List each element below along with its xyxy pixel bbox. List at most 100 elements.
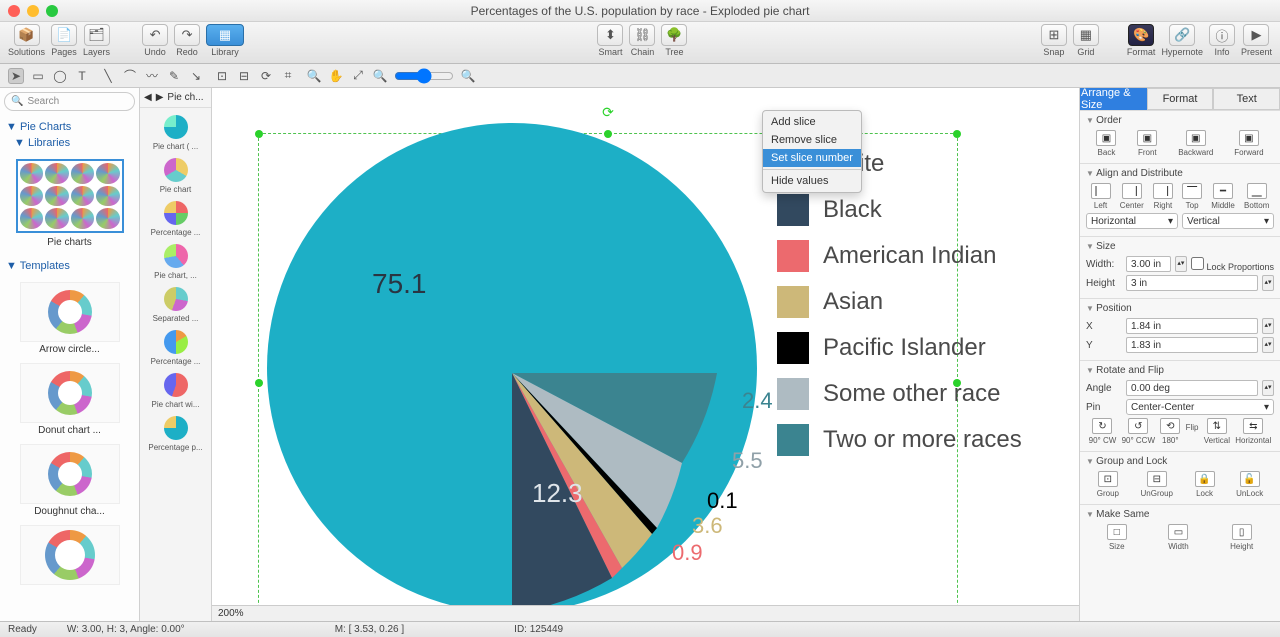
page-thumbnail[interactable]: Percentage ...	[140, 329, 211, 366]
width-stepper[interactable]: ▴▾	[1175, 256, 1187, 272]
height-input[interactable]: 3 in	[1126, 275, 1258, 291]
height-stepper[interactable]: ▴▾	[1262, 275, 1274, 291]
smart-button[interactable]: ⬍	[597, 24, 623, 46]
group-tool-icon[interactable]: ⊡	[214, 68, 230, 84]
section-align[interactable]: Align and Distribute	[1086, 168, 1274, 179]
info-button[interactable]: ⓘ	[1209, 24, 1235, 46]
group-button[interactable]: ⊡	[1098, 471, 1118, 487]
tree-templates[interactable]: ▼ Templates	[6, 258, 133, 274]
lock-proportions-checkbox[interactable]	[1191, 257, 1204, 270]
tree-button[interactable]: 🌳	[661, 24, 687, 46]
undo-button[interactable]: ↶	[142, 24, 168, 46]
hypernote-button[interactable]: 🔗	[1169, 24, 1195, 46]
distribute-vertical-select[interactable]: Vertical▾	[1182, 213, 1274, 229]
spline-tool-icon[interactable]: 〰	[144, 68, 160, 84]
order-front-button[interactable]: ▣	[1137, 130, 1157, 146]
tab-format[interactable]: Format	[1147, 88, 1214, 110]
zoom-window-button[interactable]	[46, 5, 58, 17]
ctx-set-slice-number[interactable]: Set slice number	[763, 149, 861, 167]
same-size-button[interactable]: □	[1107, 524, 1127, 540]
page-thumbnail[interactable]: Percentage p...	[140, 415, 211, 452]
zoom-fit-icon[interactable]: ⤢	[350, 68, 366, 84]
arc-tool-icon[interactable]: ⌒	[122, 68, 138, 84]
ellipse-tool-icon[interactable]: ◯	[52, 68, 68, 84]
handle-ne[interactable]	[953, 130, 961, 138]
zoom-out-icon[interactable]: 🔍	[372, 68, 388, 84]
same-height-button[interactable]: ▯	[1232, 524, 1252, 540]
tab-arrange-size[interactable]: Arrange & Size	[1080, 88, 1147, 110]
pointer-tool-icon[interactable]: ➤	[8, 68, 24, 84]
rect-tool-icon[interactable]: ▭	[30, 68, 46, 84]
pin-select[interactable]: Center-Center▾	[1126, 399, 1274, 415]
align-middle-button[interactable]: ━	[1213, 183, 1233, 199]
present-button[interactable]: ▶	[1243, 24, 1269, 46]
ctx-add-slice[interactable]: Add slice	[763, 113, 861, 131]
tree-libraries[interactable]: ▼ Libraries	[14, 135, 133, 151]
page-thumbnail[interactable]: Percentage ...	[140, 200, 211, 237]
handle-nw[interactable]	[255, 130, 263, 138]
ctx-remove-slice[interactable]: Remove slice	[763, 131, 861, 149]
canvas[interactable]: ⟳ 75.1 2.4 5.5 0.1 3.6 0.9 12.3	[212, 88, 1080, 621]
grid-button[interactable]: ▦	[1073, 24, 1099, 46]
x-input[interactable]: 1.84 in	[1126, 318, 1258, 334]
template-doughnut[interactable]: Doughnut cha...	[0, 444, 139, 517]
ungroup-tool-icon[interactable]: ⊟	[236, 68, 252, 84]
redo-button[interactable]: ↷	[174, 24, 200, 46]
width-input[interactable]: 3.00 in	[1126, 256, 1171, 272]
order-backward-button[interactable]: ▣	[1186, 130, 1206, 146]
breadcrumb[interactable]: ◀▶Pie ch...	[140, 88, 211, 108]
rotate-cw-button[interactable]: ↻	[1092, 418, 1112, 434]
section-order[interactable]: Order	[1086, 115, 1274, 126]
rotate-handle-icon[interactable]: ⟳	[602, 104, 614, 121]
page-thumbnail[interactable]: Pie chart	[140, 157, 211, 194]
rotate-tool-icon[interactable]: ⟳	[258, 68, 274, 84]
section-size[interactable]: Size	[1086, 241, 1274, 252]
section-make-same[interactable]: Make Same	[1086, 509, 1274, 520]
zoom-in2-icon[interactable]: 🔍	[460, 68, 476, 84]
flip-vertical-button[interactable]: ⇅	[1207, 418, 1227, 434]
align-left-button[interactable]: ⎸	[1091, 183, 1111, 199]
page-thumbnail[interactable]: Separated ...	[140, 286, 211, 323]
ctx-hide-values[interactable]: Hide values	[763, 172, 861, 190]
flip-horizontal-button[interactable]: ⇆	[1243, 418, 1263, 434]
zoom-indicator[interactable]: 200%	[212, 605, 1079, 621]
minimize-window-button[interactable]	[27, 5, 39, 17]
close-window-button[interactable]	[8, 5, 20, 17]
handle-n[interactable]	[604, 130, 612, 138]
y-stepper[interactable]: ▴▾	[1262, 337, 1274, 353]
library-pie-charts[interactable]	[16, 159, 124, 233]
tab-text[interactable]: Text	[1213, 88, 1280, 110]
zoom-slider[interactable]	[394, 68, 454, 84]
page-thumbnail[interactable]: Pie chart wi...	[140, 372, 211, 409]
text-tool-icon[interactable]: T	[74, 68, 90, 84]
zoom-in-icon[interactable]: 🔍	[306, 68, 322, 84]
pages-button[interactable]: 📄	[51, 24, 77, 46]
line-tool-icon[interactable]: ╲	[100, 68, 116, 84]
distribute-horizontal-select[interactable]: Horizontal▾	[1086, 213, 1178, 229]
angle-stepper[interactable]: ▴▾	[1262, 380, 1274, 396]
template-extra[interactable]	[0, 525, 139, 585]
same-width-button[interactable]: ▭	[1168, 524, 1188, 540]
layers-button[interactable]: 🗂	[84, 24, 110, 46]
angle-input[interactable]: 0.00 deg	[1126, 380, 1258, 396]
template-arrow-circle[interactable]: Arrow circle...	[0, 282, 139, 355]
align-center-button[interactable]: ⎹	[1122, 183, 1142, 199]
pen-tool-icon[interactable]: ✎	[166, 68, 182, 84]
section-rotate[interactable]: Rotate and Flip	[1086, 365, 1274, 376]
align-bottom-button[interactable]: ⎽	[1247, 183, 1267, 199]
lock-button[interactable]: 🔒	[1195, 471, 1215, 487]
page-thumbnail[interactable]: Pie chart ( ...	[140, 114, 211, 151]
chain-button[interactable]: ⛓	[629, 24, 655, 46]
solutions-button[interactable]: 📦	[14, 24, 40, 46]
crop-tool-icon[interactable]: ⌗	[280, 68, 296, 84]
section-group[interactable]: Group and Lock	[1086, 456, 1274, 467]
page-thumbnail[interactable]: Pie chart, ...	[140, 243, 211, 280]
y-input[interactable]: 1.83 in	[1126, 337, 1258, 353]
hand-tool-icon[interactable]: ✋	[328, 68, 344, 84]
handle-w[interactable]	[255, 379, 263, 387]
unlock-button[interactable]: 🔓	[1240, 471, 1260, 487]
template-donut[interactable]: Donut chart ...	[0, 363, 139, 436]
connector-tool-icon[interactable]: ↘	[188, 68, 204, 84]
align-top-button[interactable]: ⎺	[1182, 183, 1202, 199]
tree-pie-charts[interactable]: ▼ Pie Charts	[6, 119, 133, 135]
